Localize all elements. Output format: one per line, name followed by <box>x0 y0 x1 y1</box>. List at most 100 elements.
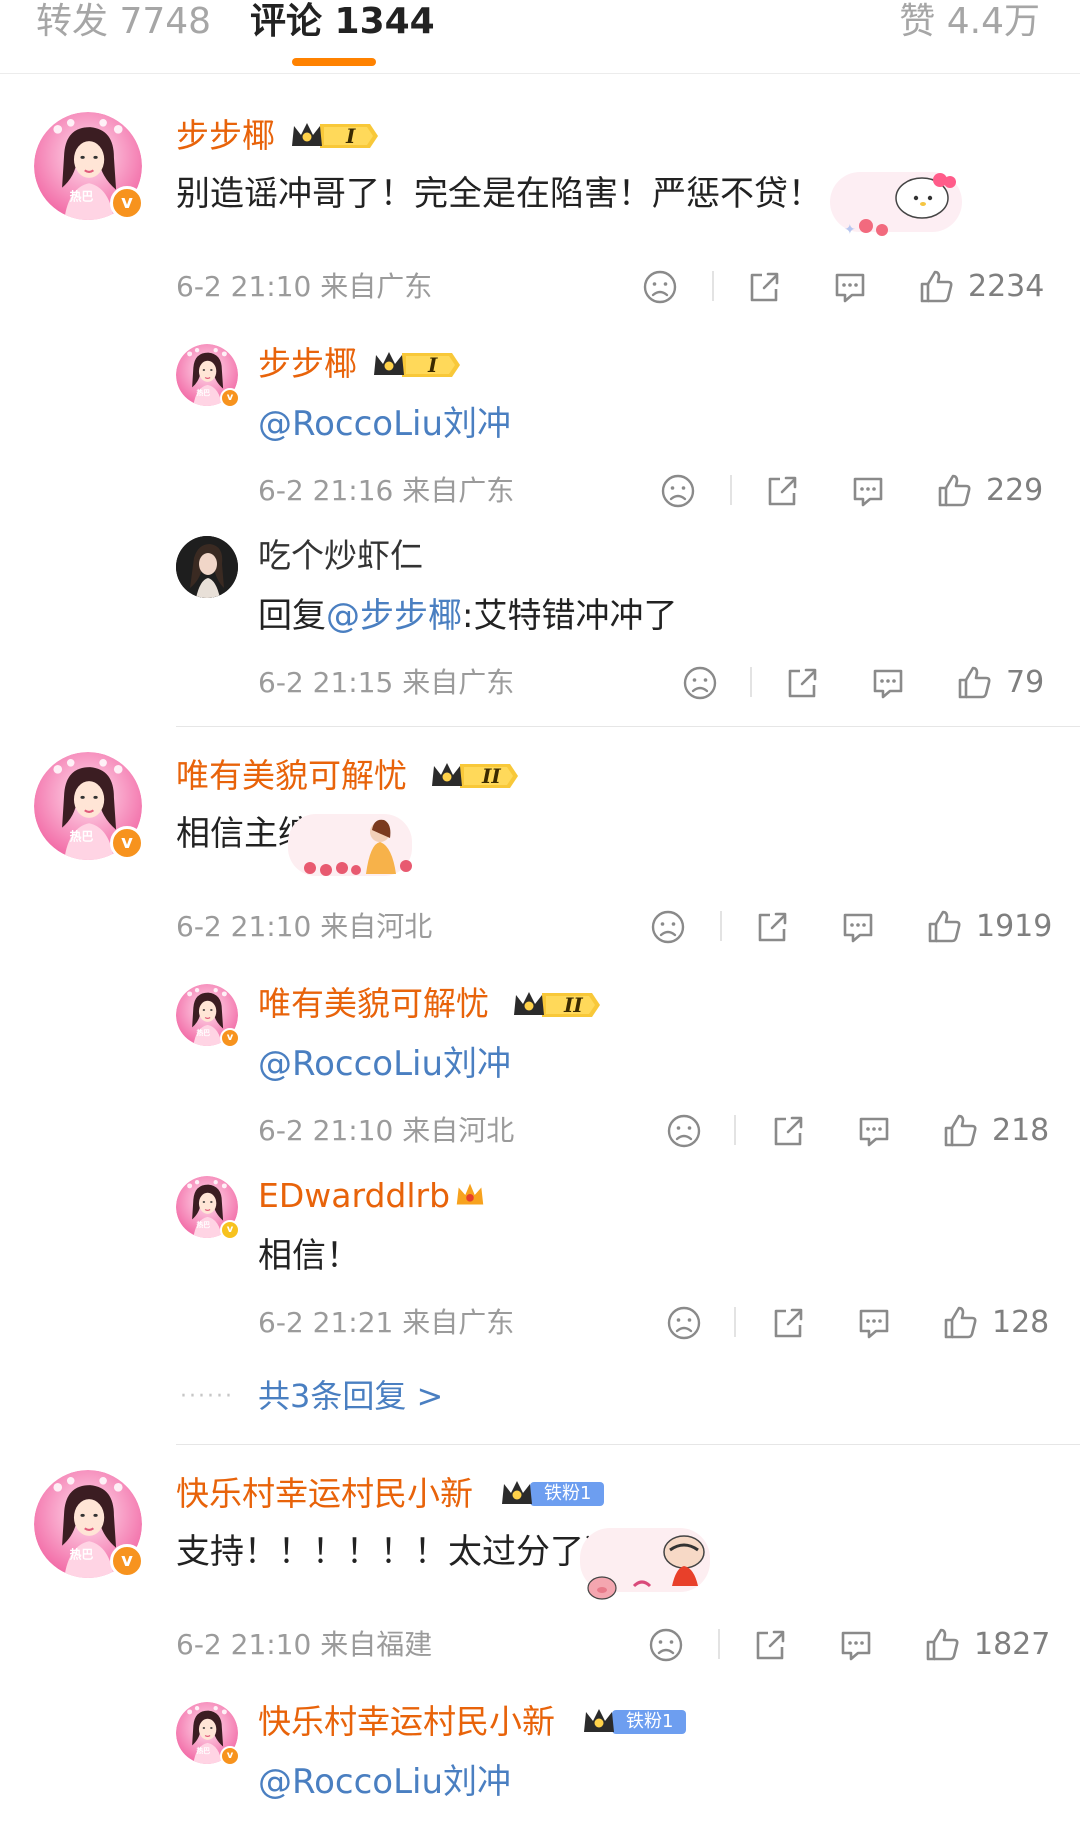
divider <box>720 911 722 941</box>
verified-badge-icon: v <box>110 1544 144 1578</box>
comment-actions: 218 <box>664 1111 1060 1151</box>
like-count: 79 <box>1006 665 1045 700</box>
comment-text: 别造谣冲哥了！完全是在陷害！严惩不贷！ <box>176 174 822 214</box>
comment-meta: 6-2 21:21 来自广东 <box>258 1306 514 1340</box>
username[interactable]: EDwarddlrb <box>258 1176 450 1216</box>
like-icon[interactable] <box>922 1625 962 1665</box>
badge-level-label: II <box>564 993 583 1017</box>
mention-name[interactable]: 刘冲 <box>443 1762 511 1802</box>
username[interactable]: 快乐村幸运村民小新 <box>176 1474 473 1514</box>
mention-link[interactable]: @RoccoLiu <box>258 1762 443 1802</box>
like-count: 2234 <box>968 269 1045 304</box>
verified-badge-icon: v <box>110 826 144 860</box>
comment-meta: 6-2 21:10 来自福建 <box>176 1628 432 1662</box>
like-icon[interactable] <box>924 907 964 947</box>
active-tab-indicator <box>292 58 376 66</box>
crown-level-badge-icon[interactable] <box>290 119 380 153</box>
comment-location: 来自广东 <box>402 1306 515 1339</box>
crown-level-badge-icon[interactable] <box>430 759 520 793</box>
comment-time: 6-2 21:21 <box>258 1306 394 1339</box>
like-icon[interactable] <box>916 267 956 307</box>
like-icon[interactable] <box>934 471 974 511</box>
dislike-icon[interactable] <box>648 907 688 947</box>
tab-reposts[interactable]: 转发 7748 <box>36 2 211 42</box>
comment-actions: 1827 <box>646 1625 1060 1665</box>
comment-text: @RoccoLiu刘冲 <box>258 402 511 446</box>
avatar[interactable] <box>176 536 238 598</box>
mention-name[interactable]: 刘冲 <box>443 1044 511 1084</box>
mention-link[interactable]: @步步椰 <box>326 596 462 636</box>
mention-link[interactable]: @RoccoLiu <box>258 404 443 444</box>
badge-level-label: II <box>482 764 501 788</box>
comment-time: 6-2 21:10 <box>258 1114 394 1147</box>
dislike-icon[interactable] <box>646 1625 686 1665</box>
username[interactable]: 步步椰 <box>258 344 357 384</box>
reply-icon[interactable] <box>836 1625 876 1665</box>
comment-time: 6-2 21:10 <box>176 1628 312 1661</box>
crayon-shinchan-sticker-icon <box>580 1528 710 1600</box>
like-count: 128 <box>992 1305 1050 1340</box>
comment-location: 来自广东 <box>320 270 433 303</box>
divider <box>730 475 732 505</box>
share-icon[interactable] <box>768 1303 808 1343</box>
dislike-icon[interactable] <box>640 267 680 307</box>
username[interactable]: 唯有美貌可解忧 <box>258 984 489 1024</box>
verified-badge-icon: v <box>220 388 240 408</box>
dislike-icon[interactable] <box>680 663 720 703</box>
share-icon[interactable] <box>762 471 802 511</box>
share-icon[interactable] <box>768 1111 808 1151</box>
like-count: 1919 <box>976 909 1053 944</box>
comment-tabs-bar: 转发 7748 评论 1344 赞 4.4万 <box>0 0 1080 74</box>
comment-location: 来自广东 <box>402 474 515 507</box>
reply-icon[interactable] <box>854 1303 894 1343</box>
mention-name[interactable]: 刘冲 <box>443 404 511 444</box>
comment-meta: 6-2 21:16 来自广东 <box>258 474 514 508</box>
crown-vip-icon[interactable] <box>452 1178 488 1212</box>
verified-badge-icon: v <box>110 186 144 220</box>
reply-icon[interactable] <box>830 267 870 307</box>
view-more-replies-link[interactable]: 共3条回复 > <box>258 1376 443 1416</box>
username[interactable]: 步步椰 <box>176 116 275 156</box>
badge-level-label: I <box>346 124 356 148</box>
username[interactable]: 唯有美貌可解忧 <box>176 756 407 796</box>
mention-link[interactable]: @RoccoLiu <box>258 1044 443 1084</box>
comment-actions: 128 <box>664 1303 1060 1343</box>
like-icon[interactable] <box>954 663 994 703</box>
verified-badge-icon: v <box>220 1746 240 1766</box>
hello-kitty-sticker-icon: ✦ <box>830 172 962 238</box>
crown-level-badge-icon[interactable] <box>512 988 602 1022</box>
comment-location: 来自河北 <box>320 910 433 943</box>
thread-divider <box>176 726 1080 727</box>
thread-divider <box>176 1444 1080 1445</box>
comment-text: 回复@步步椰:艾特错冲冲了 <box>258 594 677 638</box>
comment-actions: 2234 <box>640 267 1060 307</box>
share-icon[interactable] <box>750 1625 790 1665</box>
share-icon[interactable] <box>782 663 822 703</box>
tab-likes[interactable]: 赞 4.4万 <box>899 2 1040 42</box>
divider <box>750 667 752 697</box>
dislike-icon[interactable] <box>664 1111 704 1151</box>
like-count: 1827 <box>974 1627 1051 1662</box>
divider <box>734 1307 736 1337</box>
reply-body: :艾特错冲冲了 <box>462 596 678 636</box>
svg-text:✦: ✦ <box>844 222 856 238</box>
like-count: 229 <box>986 473 1044 508</box>
share-icon[interactable] <box>744 267 784 307</box>
username[interactable]: 吃个炒虾仁 <box>258 536 423 576</box>
reply-icon[interactable] <box>868 663 908 703</box>
reply-icon[interactable] <box>848 471 888 511</box>
share-icon[interactable] <box>752 907 792 947</box>
divider <box>718 1629 720 1659</box>
reply-prefix: 回复 <box>258 596 326 636</box>
like-icon[interactable] <box>940 1111 980 1151</box>
dislike-icon[interactable] <box>664 1303 704 1343</box>
like-icon[interactable] <box>940 1303 980 1343</box>
username[interactable]: 快乐村幸运村民小新 <box>258 1702 555 1742</box>
crown-level-badge-icon[interactable] <box>372 348 462 382</box>
comment-meta: 6-2 21:10 来自广东 <box>176 270 432 304</box>
dislike-icon[interactable] <box>658 471 698 511</box>
badge-level-label: I <box>428 353 438 377</box>
reply-icon[interactable] <box>838 907 878 947</box>
reply-icon[interactable] <box>854 1111 894 1151</box>
tab-comments[interactable]: 评论 1344 <box>250 2 435 42</box>
